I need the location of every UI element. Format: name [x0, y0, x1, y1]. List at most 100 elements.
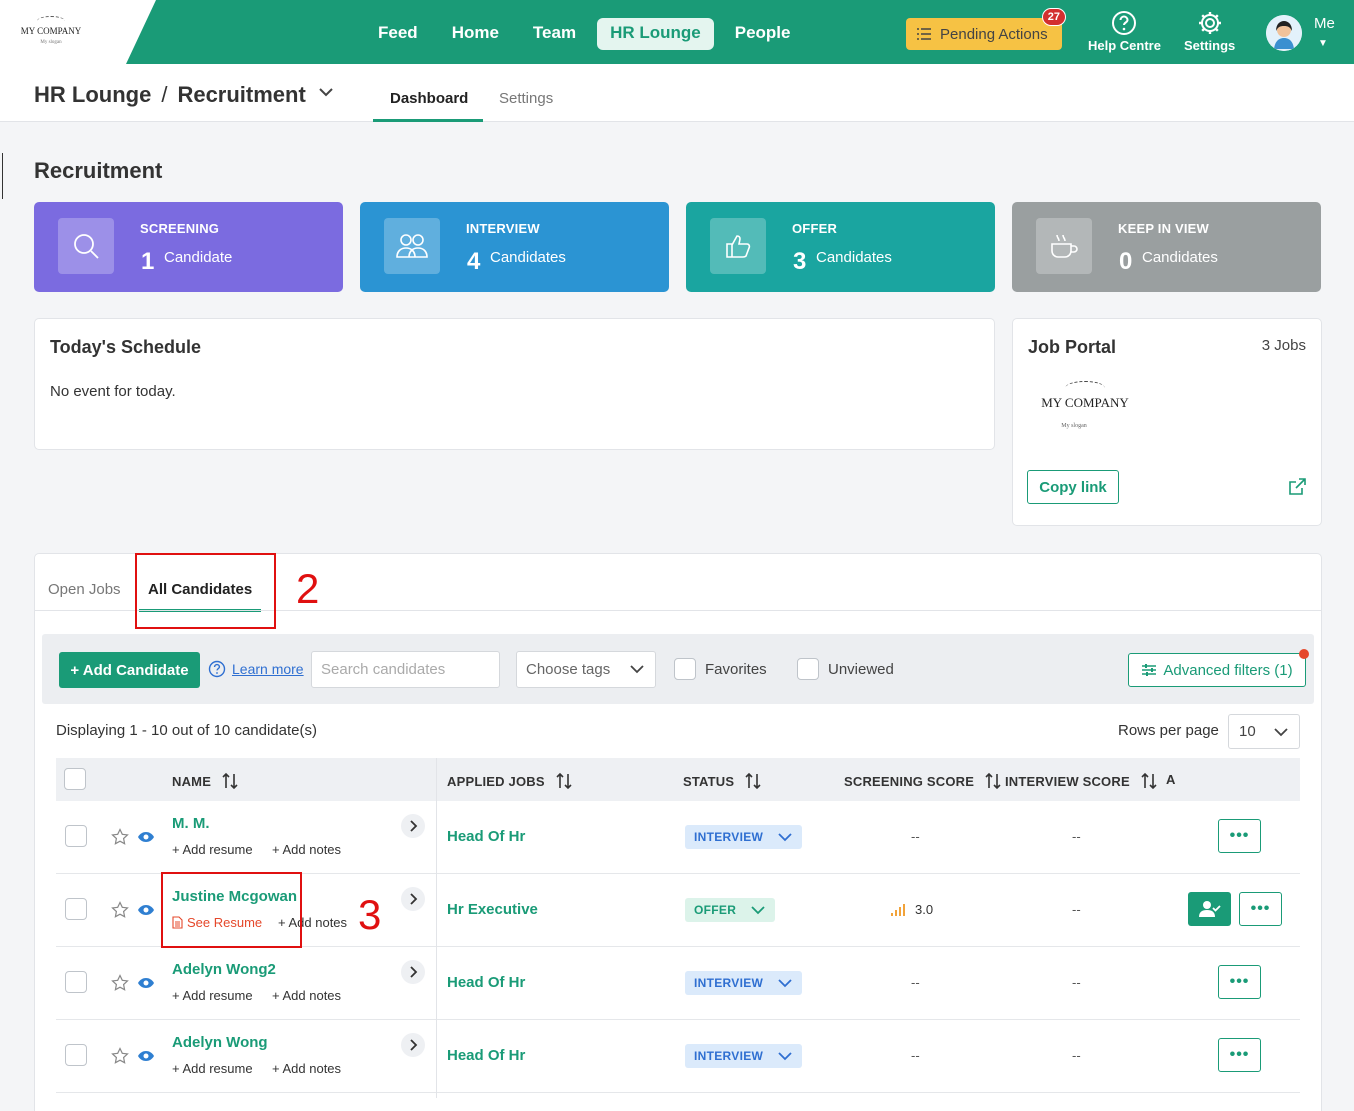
help-centre-button[interactable]: Help Centre [1088, 10, 1161, 53]
breadcrumb-root[interactable]: HR Lounge [34, 82, 151, 107]
applied-job-link[interactable]: Head Of Hr [447, 1047, 525, 1064]
row-checkbox[interactable] [65, 898, 87, 920]
expand-row-button[interactable] [401, 814, 425, 838]
interview-score: -- [1072, 902, 1081, 917]
status-dropdown[interactable]: INTERVIEW [685, 971, 803, 995]
select-all-checkbox[interactable] [64, 768, 86, 790]
company-logo[interactable]: MY COMPANY My slogan [16, 16, 86, 52]
eye-icon[interactable] [137, 1050, 155, 1062]
applied-job-link[interactable]: Head Of Hr [447, 974, 525, 991]
nav-hr-lounge[interactable]: HR Lounge [597, 18, 714, 50]
row-checkbox[interactable] [65, 971, 87, 993]
status-dropdown[interactable]: OFFER [685, 898, 776, 922]
stat-unit: Candidate [164, 249, 233, 266]
column-divider [436, 758, 437, 1098]
applied-job-link[interactable]: Head Of Hr [447, 828, 525, 845]
eye-icon[interactable] [137, 904, 155, 916]
rows-per-page-select[interactable]: 10 [1228, 714, 1300, 749]
help-centre-label: Help Centre [1088, 38, 1161, 53]
copy-link-button[interactable]: Copy link [1027, 470, 1119, 504]
sort-icon[interactable] [1140, 772, 1158, 790]
expand-row-button[interactable] [401, 887, 425, 911]
pending-actions-label: Pending Actions [940, 25, 1048, 43]
settings-button[interactable]: Settings [1184, 10, 1235, 53]
row-checkbox[interactable] [65, 825, 87, 847]
star-icon[interactable] [111, 828, 129, 846]
tab-dashboard[interactable]: Dashboard [390, 90, 468, 107]
favorites-filter[interactable]: Favorites [674, 658, 767, 680]
sort-icon[interactable] [221, 772, 239, 790]
column-screening-score[interactable]: SCREENING SCORE [844, 772, 1002, 790]
filter-active-dot [1299, 649, 1309, 659]
candidate-name[interactable]: Adelyn Wong [172, 1034, 268, 1051]
learn-more-link[interactable]: Learn more [208, 660, 304, 678]
favorites-checkbox[interactable] [674, 658, 696, 680]
nav-people[interactable]: People [722, 18, 804, 50]
column-name[interactable]: NAME [172, 772, 239, 790]
row-checkbox[interactable] [65, 1044, 87, 1066]
stat-card-keep-in-view[interactable]: KEEP IN VIEW 0 Candidates [1012, 202, 1321, 292]
candidate-name[interactable]: Adelyn Wong2 [172, 961, 276, 978]
add-notes-link[interactable]: + Add notes [272, 988, 341, 1003]
candidate-name[interactable]: M. M. [172, 815, 210, 832]
applied-job-link[interactable]: Hr Executive [447, 901, 538, 918]
expand-row-button[interactable] [401, 960, 425, 984]
unviewed-filter[interactable]: Unviewed [797, 658, 894, 680]
add-resume-link[interactable]: + Add resume [172, 1061, 253, 1076]
nav-team[interactable]: Team [520, 18, 589, 50]
eye-icon[interactable] [137, 831, 155, 843]
stat-card-offer[interactable]: OFFER 3 Candidates [686, 202, 995, 292]
pending-count-badge: 27 [1041, 8, 1066, 26]
user-menu-label[interactable]: Me [1314, 15, 1335, 32]
candidate-toolbar: + Add Candidate Learn more Search candid… [42, 634, 1314, 704]
stat-label: OFFER [792, 221, 838, 236]
unviewed-checkbox[interactable] [797, 658, 819, 680]
screening-score: -- [911, 1048, 920, 1063]
main-nav: Feed Home Team HR Lounge People [365, 18, 803, 50]
status-dropdown[interactable]: INTERVIEW [685, 825, 803, 849]
expand-row-button[interactable] [401, 1033, 425, 1057]
chevron-right-icon [410, 1039, 418, 1051]
nav-home[interactable]: Home [439, 18, 512, 50]
sort-icon[interactable] [744, 772, 762, 790]
stat-card-interview[interactable]: INTERVIEW 4 Candidates [360, 202, 669, 292]
advanced-filters-button[interactable]: Advanced filters (1) [1128, 649, 1309, 687]
tab-settings[interactable]: Settings [499, 90, 553, 107]
add-resume-link[interactable]: + Add resume [172, 842, 253, 857]
chevron-down-icon [778, 979, 792, 988]
more-actions-button[interactable]: ••• [1218, 1038, 1261, 1072]
add-resume-link[interactable]: + Add resume [172, 988, 253, 1003]
add-notes-link[interactable]: + Add notes [272, 842, 341, 857]
pending-actions-button[interactable]: Pending Actions 27 [906, 8, 1066, 50]
more-actions-button[interactable]: ••• [1218, 819, 1261, 853]
column-applied-jobs[interactable]: APPLIED JOBS [447, 772, 573, 790]
checklist-icon [917, 28, 931, 40]
choose-tags-select[interactable]: Choose tags [516, 651, 656, 688]
column-interview-score[interactable]: INTERVIEW SCORE [1005, 772, 1158, 790]
star-icon[interactable] [111, 901, 129, 919]
stat-unit: Candidates [490, 249, 566, 266]
more-actions-button[interactable]: ••• [1239, 892, 1282, 926]
sort-icon[interactable] [984, 772, 1002, 790]
column-status[interactable]: STATUS [683, 772, 762, 790]
hire-candidate-button[interactable] [1188, 892, 1231, 926]
search-candidates-input[interactable]: Search candidates [311, 651, 500, 688]
user-menu-caret-icon[interactable]: ▼ [1318, 38, 1328, 49]
more-actions-button[interactable]: ••• [1218, 965, 1261, 999]
stat-label: KEEP IN VIEW [1118, 221, 1210, 236]
sort-icon[interactable] [555, 772, 573, 790]
star-icon[interactable] [111, 1047, 129, 1065]
tab-open-jobs[interactable]: Open Jobs [48, 581, 121, 598]
job-portal-title: Job Portal [1028, 337, 1117, 357]
screening-score: -- [911, 975, 920, 990]
add-notes-link[interactable]: + Add notes [272, 1061, 341, 1076]
user-avatar[interactable] [1266, 15, 1302, 51]
nav-feed[interactable]: Feed [365, 18, 431, 50]
chevron-down-icon[interactable] [318, 86, 334, 98]
stat-card-screening[interactable]: SCREENING 1 Candidate [34, 202, 343, 292]
status-dropdown[interactable]: INTERVIEW [685, 1044, 803, 1068]
external-link-icon[interactable] [1287, 477, 1307, 497]
add-candidate-button[interactable]: + Add Candidate [59, 652, 200, 688]
eye-icon[interactable] [137, 977, 155, 989]
star-icon[interactable] [111, 974, 129, 992]
